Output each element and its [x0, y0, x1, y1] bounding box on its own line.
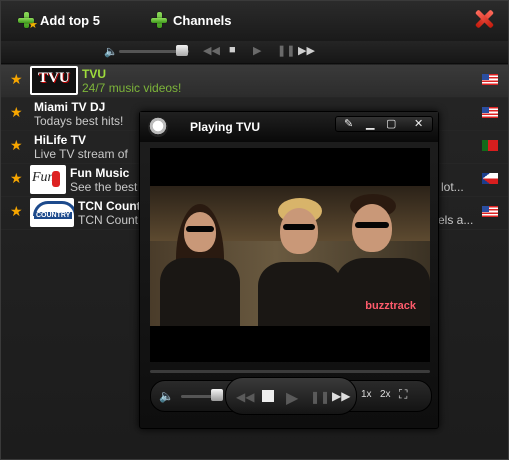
top-toolbar: ★ Add top 5 Channels: [1, 1, 508, 42]
pin-icon[interactable]: ✎: [344, 117, 353, 131]
tvu-logo: TVU: [30, 66, 78, 95]
play-icon[interactable]: ▶: [286, 388, 298, 408]
channel-name: Fun Music: [70, 166, 130, 180]
transport-controls: ◀◀ ▶ ❚❚ ▶▶: [225, 377, 357, 415]
favorite-star-icon[interactable]: ★: [10, 203, 23, 220]
channel-row-tvu[interactable]: ★ TVU TVU 24/7 music videos!: [1, 65, 508, 98]
video-frame: buzztrack: [150, 186, 430, 326]
plus-icon: [151, 12, 167, 28]
add-top-5-label: Add top 5: [40, 12, 100, 28]
app-window: ★ Add top 5 Channels 🔈 ◀◀ ■ ▶ ❚❚ ▶▶ ★ TV…: [0, 0, 509, 460]
maximize-icon[interactable]: ▢: [386, 117, 396, 131]
portugal-flag-icon: [482, 140, 498, 151]
channel-desc: Todays best hits!: [34, 114, 124, 128]
tvu-player-logo-icon: [148, 117, 168, 137]
pause-icon[interactable]: ❚❚: [310, 390, 330, 404]
fast-forward-icon[interactable]: ▶▶: [298, 44, 315, 57]
close-icon[interactable]: [474, 9, 494, 29]
play-icon[interactable]: ▶: [253, 44, 261, 57]
player-controls: 🔈 ◀◀ ▶ ❚❚ ▶▶ 1x 2x ⛶: [150, 377, 432, 415]
volume-icon[interactable]: 🔈: [104, 45, 118, 58]
favorite-star-icon[interactable]: ★: [10, 71, 23, 88]
pause-icon[interactable]: ❚❚: [277, 44, 295, 57]
channel-name: HiLife TV: [34, 133, 87, 147]
favorite-star-icon[interactable]: ★: [10, 170, 23, 187]
rewind-icon[interactable]: ◀◀: [203, 44, 220, 57]
fullscreen-icon[interactable]: ⛶: [399, 387, 407, 402]
stop-icon[interactable]: [262, 390, 274, 402]
player-volume-knob[interactable]: [211, 389, 223, 401]
tcn-country-logo: COUNTRY: [30, 198, 74, 227]
channel-desc: See the best: [70, 180, 138, 194]
fast-forward-icon[interactable]: ▶▶: [332, 389, 350, 403]
stop-icon[interactable]: ■: [229, 44, 236, 56]
channel-name: Miami TV DJ: [34, 100, 106, 114]
video-area[interactable]: buzztrack: [150, 148, 430, 362]
video-watermark: buzztrack: [365, 300, 416, 312]
fun-music-logo: Fun: [30, 165, 66, 194]
zoom-1x-button[interactable]: 1x: [361, 389, 372, 400]
minimize-icon[interactable]: ▁: [366, 117, 374, 131]
us-flag-icon: [482, 74, 498, 85]
player-title-bar[interactable]: Playing TVU ✎ ▁ ▢ ✕: [140, 112, 438, 142]
seek-bar[interactable]: [150, 370, 430, 373]
czech-flag-icon: [482, 173, 498, 184]
favorite-star-icon[interactable]: ★: [10, 104, 23, 121]
close-window-icon[interactable]: ✕: [414, 117, 423, 131]
player-window: Playing TVU ✎ ▁ ▢ ✕ buzztrack 🔈 ◀◀ ▶ ❚❚ …: [139, 111, 439, 429]
window-controls: ✎ ▁ ▢ ✕: [335, 116, 433, 132]
us-flag-icon: [482, 107, 498, 118]
zoom-2x-button[interactable]: 2x: [380, 389, 391, 400]
volume-knob[interactable]: [176, 45, 188, 56]
channel-name: TCN Count: [78, 199, 141, 213]
channel-desc-tail: els a...: [438, 213, 474, 227]
us-flag-icon: [482, 206, 498, 217]
favorite-star-icon[interactable]: ★: [10, 137, 23, 154]
channel-name: TVU: [82, 67, 106, 81]
player-title: Playing TVU: [190, 120, 261, 134]
add-top-5-button[interactable]: ★ Add top 5: [18, 12, 100, 31]
rewind-icon[interactable]: ◀◀: [236, 390, 254, 404]
channel-desc: Live TV stream of: [34, 147, 128, 161]
main-playbar: 🔈 ◀◀ ■ ▶ ❚❚ ▶▶: [1, 41, 508, 64]
channel-desc: TCN Count: [78, 213, 139, 227]
channels-button[interactable]: Channels: [151, 12, 232, 28]
channels-label: Channels: [173, 12, 232, 28]
volume-icon[interactable]: 🔈: [159, 389, 174, 403]
channel-desc: 24/7 music videos!: [82, 81, 182, 95]
plus-star-icon: ★: [18, 12, 38, 31]
